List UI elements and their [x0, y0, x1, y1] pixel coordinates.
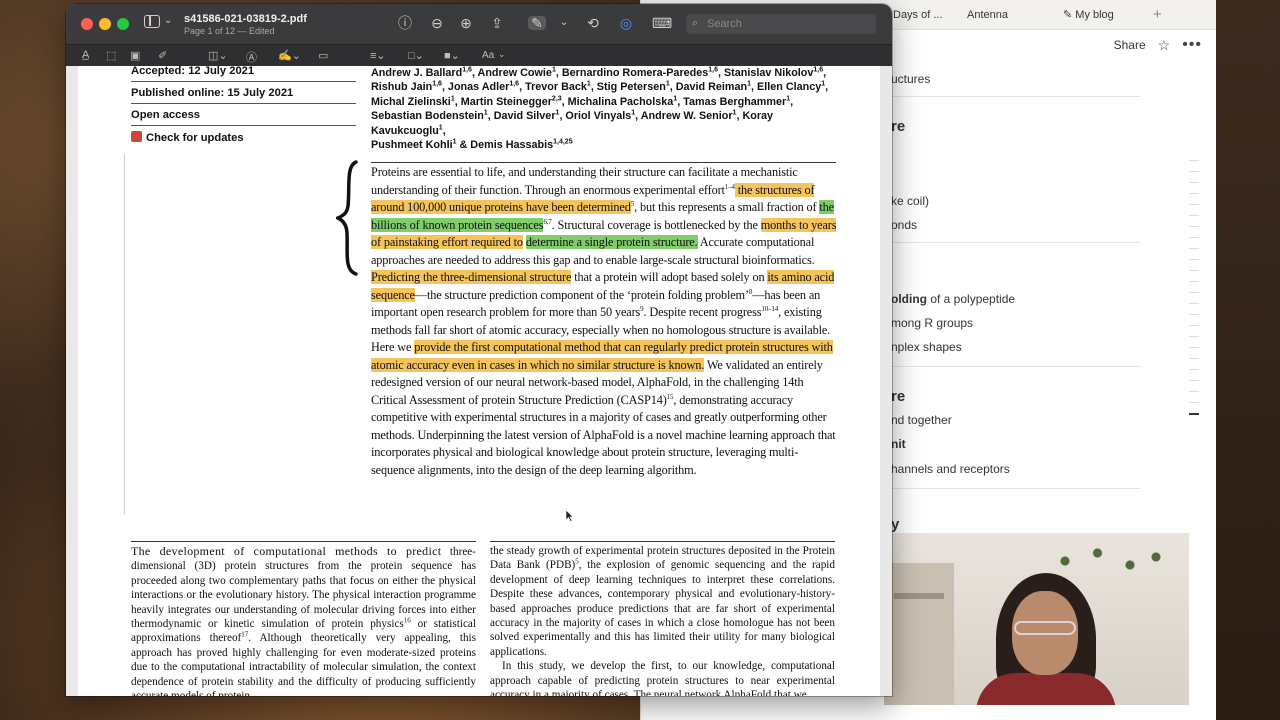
- text-box-icon[interactable]: Ⓐ: [246, 49, 257, 65]
- page-outline-ticks[interactable]: [1189, 160, 1201, 425]
- author-line: Michal Zielinski1, Martin Steinegger2,3,…: [371, 95, 794, 108]
- preview-window: ⌄ s41586-021-03819-2.pdf Page 1 of 12 — …: [66, 4, 892, 696]
- crossmark-icon: [131, 131, 142, 142]
- share-icon[interactable]: ⇪: [488, 16, 506, 30]
- highlight-icon[interactable]: ◎: [617, 16, 635, 30]
- shape-style-icon[interactable]: ≡⌄: [370, 49, 386, 62]
- notion-text: mong R groups: [891, 316, 974, 330]
- zoom-window-button[interactable]: [117, 18, 129, 30]
- check-updates-label: Check for updates: [146, 132, 244, 144]
- notion-text: hannels and receptors: [891, 462, 1010, 476]
- signature-icon[interactable]: ✍⌄: [278, 49, 301, 62]
- zoom-out-icon[interactable]: ⊖: [428, 16, 446, 30]
- notion-text: olding of a polypeptide: [891, 292, 1015, 306]
- sketch-icon[interactable]: ✐: [158, 49, 167, 62]
- browser-tab[interactable]: Antenna: [961, 9, 1057, 21]
- pencil-emoji-icon: ✎: [1063, 9, 1073, 21]
- meta-divider: [131, 81, 356, 82]
- sidebar-toggle-icon[interactable]: [144, 15, 160, 28]
- notion-text: nplex shapes: [891, 340, 962, 354]
- border-color-icon[interactable]: □⌄: [408, 49, 424, 62]
- shapes-icon[interactable]: ◫⌄: [208, 49, 228, 62]
- zoom-in-icon[interactable]: ⊕: [457, 16, 475, 30]
- divider: [891, 242, 1141, 243]
- accepted-date: Accepted: 12 July 2021: [131, 66, 255, 77]
- cam-shelf: [884, 563, 954, 705]
- notion-text: ke coil): [891, 194, 930, 208]
- divider: [891, 488, 1141, 489]
- note-icon[interactable]: ▭: [318, 49, 328, 62]
- notion-heading: re: [891, 388, 906, 405]
- notion-text: onds: [891, 218, 918, 232]
- new-tab-icon[interactable]: +: [1153, 6, 1162, 23]
- notion-heading: re: [891, 118, 906, 135]
- meta-divider: [131, 103, 356, 104]
- open-access-label: Open access: [131, 109, 201, 121]
- notion-text: uctures: [891, 72, 931, 86]
- column-divider: [490, 541, 835, 542]
- fill-color-icon[interactable]: ■⌄: [444, 49, 460, 62]
- cam-glasses: [1014, 621, 1076, 635]
- check-updates-link[interactable]: Check for updates: [131, 131, 244, 144]
- column-divider: [131, 541, 476, 542]
- orange-highlight[interactable]: Predicting the three-dimensional structu…: [371, 270, 571, 284]
- document-viewport[interactable]: Accepted: 12 July 2021 Published online:…: [66, 66, 892, 696]
- author-line: Rishub Jain1,6, Jonas Adler1,6, Trevor B…: [371, 80, 829, 94]
- notion-text: of a polypeptide: [927, 292, 1016, 306]
- minimize-window-button[interactable]: [99, 18, 111, 30]
- body-column-left[interactable]: The development of computational methods…: [131, 544, 476, 696]
- text-style-button[interactable]: Aa: [482, 50, 494, 61]
- markup-toolbar: A̲ ⬚ ▣ ✐ ◫⌄ Ⓐ ✍⌄ ▭ ≡⌄ □⌄ ■⌄ Aa ⌄: [66, 44, 892, 66]
- notion-text: nit: [891, 437, 906, 451]
- document-subtitle: Page 1 of 12 — Edited: [184, 26, 275, 36]
- chevron-down-icon[interactable]: ⌄: [555, 16, 573, 30]
- author-line: Pushmeet Kohli1 & Demis Hassabis1,4,25: [371, 138, 573, 152]
- cam-person-body: [976, 673, 1116, 705]
- divider: [891, 96, 1141, 97]
- abstract-divider: [371, 162, 836, 163]
- document-title: s41586-021-03819-2.pdf: [184, 13, 307, 25]
- notion-text: nd together: [891, 413, 952, 427]
- markup-pen-icon[interactable]: ✎: [528, 16, 546, 30]
- pdf-page: Accepted: 12 July 2021 Published online:…: [78, 66, 880, 696]
- abstract-paragraph[interactable]: Proteins are essential to life, and unde…: [371, 164, 841, 479]
- tab-label: My blog: [1075, 9, 1114, 21]
- rotate-icon[interactable]: ⟲: [584, 16, 602, 30]
- rect-selection-icon[interactable]: ⬚: [106, 49, 116, 62]
- search-input[interactable]: ⌕ Search: [686, 14, 876, 34]
- body-paragraph: In this study, we develop the first, to …: [490, 660, 835, 696]
- hand-drawn-brace-annotation[interactable]: [336, 158, 366, 278]
- search-placeholder: Search: [707, 18, 742, 30]
- page-rule: [124, 154, 125, 514]
- text-selection-icon[interactable]: A̲: [82, 49, 89, 61]
- text-cursor-icon: [565, 510, 573, 522]
- webcam-overlay: [884, 533, 1189, 705]
- browser-tab[interactable]: Days of ...: [891, 9, 961, 21]
- green-highlight[interactable]: determine a single protein structure.: [525, 235, 698, 249]
- meta-divider: [131, 125, 356, 126]
- chevron-down-icon[interactable]: ⌄: [498, 49, 506, 60]
- cam-shelf-board: [894, 593, 944, 599]
- divider: [891, 366, 1141, 367]
- info-icon[interactable]: ⓘ: [396, 16, 414, 30]
- search-icon: ⌕: [692, 17, 699, 29]
- lead-sentence: The development of computational methods…: [131, 544, 442, 558]
- author-line: Sebastian Bodenstein1, David Silver1, Or…: [371, 109, 774, 137]
- bold-text: olding: [891, 292, 927, 306]
- more-options-icon[interactable]: •••: [1182, 36, 1202, 54]
- body-column-right[interactable]: the steady growth of experimental protei…: [490, 544, 835, 696]
- body-paragraph: the steady growth of experimental protei…: [490, 545, 836, 658]
- window-titlebar: ⌄ s41586-021-03819-2.pdf Page 1 of 12 — …: [66, 4, 892, 44]
- instant-alpha-icon[interactable]: ▣: [130, 49, 140, 62]
- star-icon[interactable]: ☆: [1158, 37, 1171, 54]
- author-list: Andrew J. Ballard1,6, Andrew Cowie1, Ber…: [371, 66, 841, 152]
- form-fill-icon[interactable]: ⌨: [652, 16, 672, 30]
- author-line: Andrew J. Ballard1,6, Andrew Cowie1, Ber…: [371, 66, 827, 79]
- close-window-button[interactable]: [81, 18, 93, 30]
- published-date: Published online: 15 July 2021: [131, 87, 294, 99]
- chevron-down-icon[interactable]: ⌄: [164, 15, 172, 26]
- browser-tab[interactable]: ✎ My blog: [1057, 8, 1153, 21]
- notion-heading: y: [891, 516, 900, 533]
- share-button[interactable]: Share: [1114, 38, 1146, 52]
